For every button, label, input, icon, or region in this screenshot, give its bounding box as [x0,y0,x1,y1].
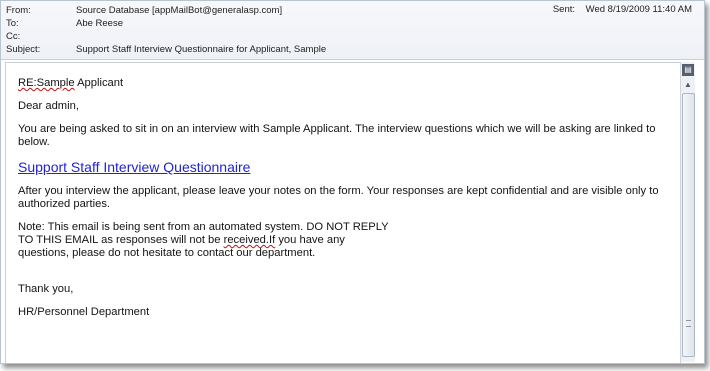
greeting: Dear admin, [18,100,79,112]
subject-label: Subject: [6,44,41,55]
re-prefix: RE:Sample [18,77,75,89]
scroll-thumb[interactable] [682,93,695,357]
sent-info: Sent: Wed 8/19/2009 11:40 AM [553,4,692,15]
re-rest: Applicant [74,77,124,89]
vertical-scrollbar[interactable]: ▤ ▲ [680,62,695,362]
note-line-2-squig: received.If [223,234,276,246]
note-line-2: TO THIS EMAIL as responses will not be r… [18,234,668,247]
message-content: RE:Sample Applicant Dear admin, You are … [18,77,668,329]
note-line-2b: you have any [275,234,345,246]
email-window: From: Source Database [appMailBot@genera… [0,0,705,364]
to-label: To: [6,18,19,29]
from-label: From: [6,5,31,16]
subject-value: Support Staff Interview Questionnaire fo… [76,44,327,55]
signature: HR/Personnel Department [18,306,150,318]
message-body: RE:Sample Applicant Dear admin, You are … [5,62,681,363]
note-paragraph: Note: This email is being sent from an a… [18,221,668,260]
questionnaire-link[interactable]: Support Staff Interview Questionnaire [18,159,668,175]
sent-value: Wed 8/19/2009 11:40 AM [585,4,692,15]
note-line-1: Note: This email is being sent from an a… [18,221,389,233]
page-icon[interactable]: ▤ [682,64,694,76]
intro-paragraph: You are being asked to sit in on an inte… [18,123,656,148]
after-paragraph: After you interview the applicant, pleas… [18,185,659,210]
cc-label: Cc: [6,31,21,42]
note-line-2a: TO THIS EMAIL as responses will not be [18,234,224,246]
note-line-3: questions, please do not hesitate to con… [18,247,316,259]
thanks: Thank you, [18,283,74,295]
arrow-up-icon[interactable]: ▲ [682,79,694,91]
sent-label: Sent: [552,4,576,15]
grip-icon [686,320,691,327]
to-value[interactable]: Abe Reese [76,17,123,31]
message-header: From: Source Database [appMailBot@genera… [1,1,704,60]
from-value[interactable]: Source Database [appMailBot@generalasp.c… [76,4,282,18]
re-line: RE:Sample Applicant [18,77,668,90]
